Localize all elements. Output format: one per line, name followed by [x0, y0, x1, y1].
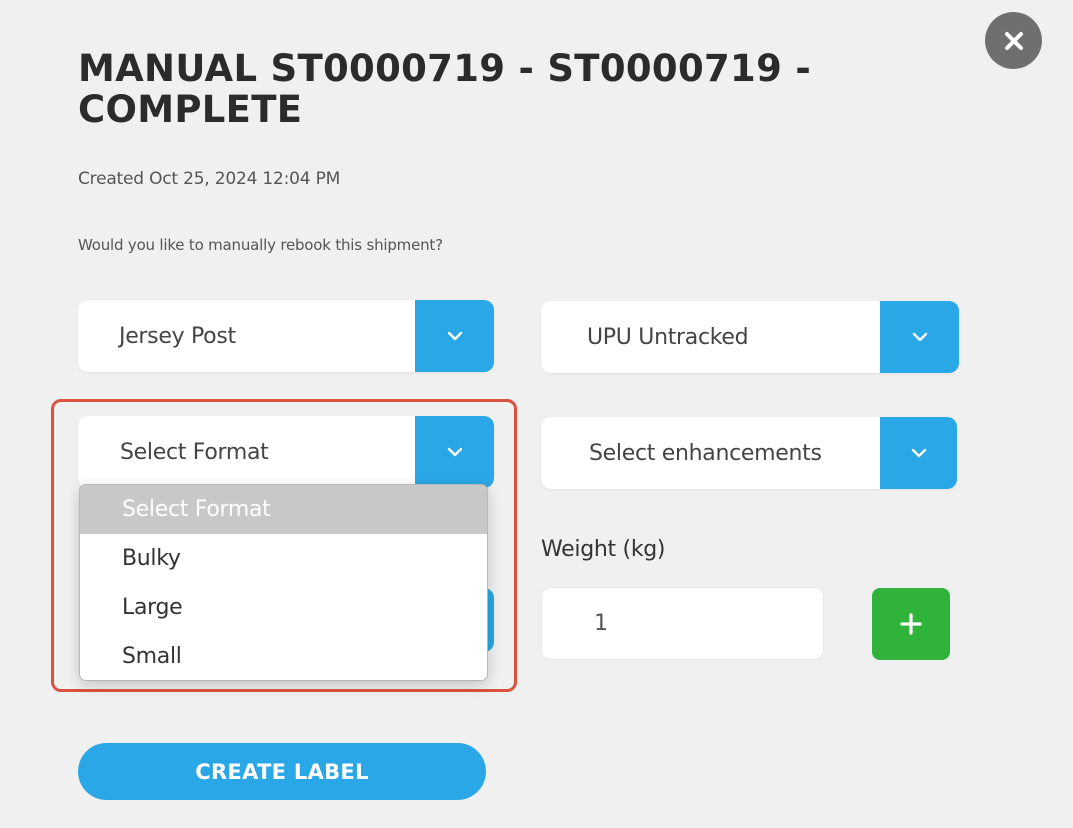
carrier-select-value: Jersey Post — [119, 323, 236, 349]
service-select[interactable]: UPU Untracked — [541, 301, 959, 373]
chevron-down-icon — [447, 331, 462, 341]
format-select[interactable]: Select Format — [78, 416, 494, 488]
carrier-select[interactable]: Jersey Post — [78, 300, 494, 372]
rebook-question: Would you like to manually rebook this s… — [78, 236, 443, 254]
weight-label: Weight (kg) — [541, 537, 666, 562]
enhancements-dropdown-button[interactable] — [880, 417, 957, 489]
carrier-dropdown-button[interactable] — [415, 300, 494, 372]
format-select-value: Select Format — [120, 439, 269, 465]
format-dropdown-button[interactable] — [415, 416, 494, 488]
service-dropdown-button[interactable] — [880, 301, 959, 373]
close-icon — [1004, 31, 1023, 50]
modal-title: MANUAL ST0000719 - ST0000719 - COMPLETE — [78, 47, 811, 131]
chevron-down-icon — [447, 447, 462, 457]
chevron-down-icon — [911, 448, 926, 458]
format-dropdown-menu: Select Format Bulky Large Small — [79, 484, 488, 681]
plus-icon — [900, 613, 922, 635]
weight-input[interactable]: 1 — [541, 587, 824, 660]
format-option-small[interactable]: Small — [80, 632, 487, 680]
enhancements-select-value: Select enhancements — [589, 440, 822, 466]
rebook-modal: MANUAL ST0000719 - ST0000719 - COMPLETE … — [0, 0, 1073, 828]
created-timestamp: Created Oct 25, 2024 12:04 PM — [78, 169, 341, 189]
add-parcel-button[interactable] — [872, 588, 950, 660]
service-select-value: UPU Untracked — [587, 324, 749, 350]
create-label-button[interactable]: CREATE LABEL — [78, 743, 486, 800]
format-option-bulky[interactable]: Bulky — [80, 534, 487, 583]
close-button[interactable] — [985, 12, 1042, 69]
chevron-down-icon — [912, 332, 927, 342]
enhancements-select[interactable]: Select enhancements — [541, 417, 957, 489]
format-option-large[interactable]: Large — [80, 583, 487, 632]
format-option-select-format[interactable]: Select Format — [80, 485, 487, 534]
